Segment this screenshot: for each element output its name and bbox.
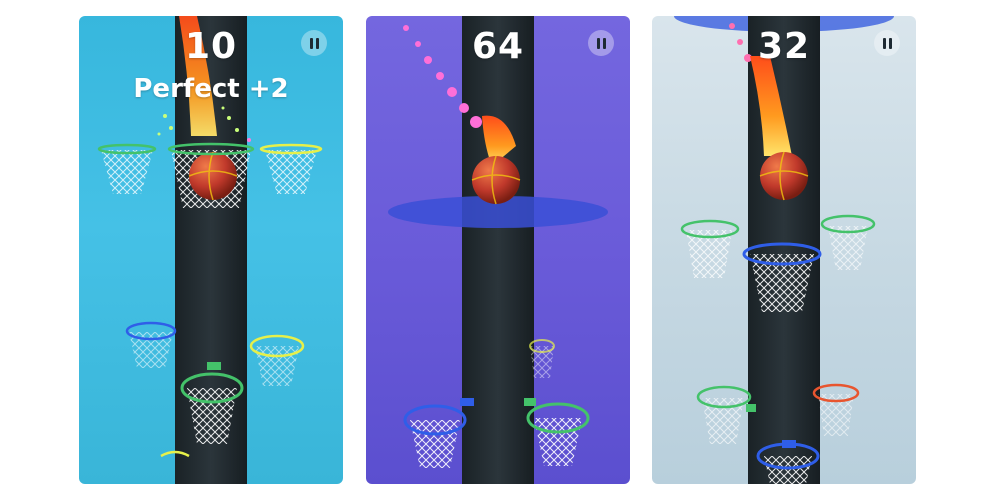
hoop-lower-green <box>696 385 756 444</box>
hoop-lower-yellow <box>249 334 305 386</box>
hoop-upper-green-right <box>820 214 876 270</box>
game-scene <box>388 16 608 484</box>
pause-button[interactable] <box>588 30 614 56</box>
pause-button[interactable] <box>301 30 327 56</box>
perfect-bonus-label: Perfect +2 <box>133 74 289 104</box>
game-screen-2: 64 <box>366 16 630 484</box>
basketball <box>472 156 520 204</box>
game-screen-1: 10 Perfect +2 <box>79 16 343 484</box>
pole <box>462 16 534 484</box>
basketball <box>189 152 237 200</box>
hoop-lower-orange <box>812 383 860 436</box>
hoop-right <box>259 143 323 194</box>
pause-icon <box>882 37 892 49</box>
hoop-upper-green-left <box>680 219 740 278</box>
pause-icon <box>309 37 319 49</box>
pause-icon <box>596 37 606 49</box>
game-scene <box>674 16 894 484</box>
game-screen-3: 32 <box>652 16 916 484</box>
basketball <box>760 152 808 200</box>
hoop-left <box>97 143 157 194</box>
hoop-lower-blue <box>125 321 177 368</box>
pause-button[interactable] <box>874 30 900 56</box>
